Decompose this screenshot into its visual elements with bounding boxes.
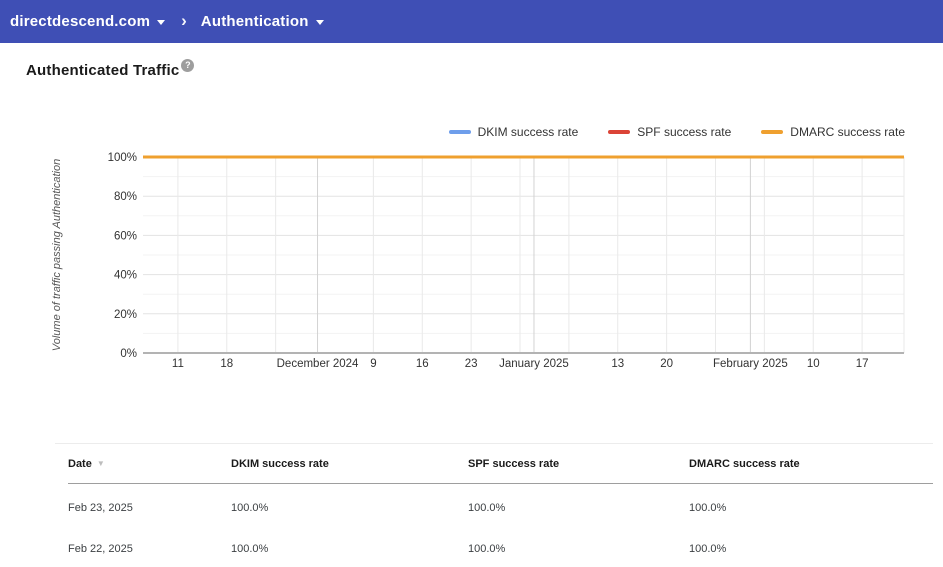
x-tick-label: 11 bbox=[172, 358, 184, 370]
y-tick-label: 80% bbox=[114, 191, 137, 203]
top-navigation-bar: directdescend.com › Authentication bbox=[0, 0, 943, 43]
table-row: Feb 22, 2025 100.0% 100.0% 100.0% bbox=[68, 528, 933, 567]
x-tick-label: February 2025 bbox=[713, 358, 788, 370]
authentication-data-table: Date ▼ DKIM success rate SPF success rate DM… bbox=[55, 443, 933, 567]
x-tick-label: December 2024 bbox=[277, 358, 359, 370]
chevron-down-icon bbox=[315, 20, 324, 25]
column-header-label: Date bbox=[68, 457, 92, 470]
x-tick-label: 20 bbox=[660, 358, 673, 370]
postmaster-authentication-page: directdescend.com › Authentication Authe… bbox=[0, 0, 943, 567]
x-tick-label: 18 bbox=[220, 358, 233, 370]
breadcrumb-separator-icon: › bbox=[181, 10, 187, 30]
column-header-dkim-success-rate[interactable]: DKIM success rate bbox=[231, 458, 468, 470]
y-tick-label: 60% bbox=[114, 230, 137, 242]
x-tick-label: 9 bbox=[370, 358, 376, 370]
page-title: Authenticated Traffic bbox=[26, 62, 180, 79]
table-header-row: Date ▼ DKIM success rate SPF success rate DM… bbox=[68, 444, 933, 484]
column-header-dmarc-success-rate[interactable]: DMARC success rate bbox=[689, 458, 933, 470]
section-dropdown[interactable]: Authentication bbox=[201, 13, 324, 30]
table-cell: 100.0% bbox=[231, 542, 269, 555]
x-tick-label: 17 bbox=[856, 358, 869, 370]
column-header-date[interactable]: Date ▼ bbox=[68, 458, 231, 470]
column-header-label: SPF success rate bbox=[468, 457, 560, 470]
table-cell: Feb 23, 2025 bbox=[68, 501, 133, 514]
column-header-spf-success-rate[interactable]: SPF success rate bbox=[468, 458, 689, 470]
y-tick-label: 40% bbox=[114, 270, 137, 282]
x-tick-label: 10 bbox=[807, 358, 820, 370]
table-cell: 100.0% bbox=[468, 501, 506, 514]
y-tick-label: 100% bbox=[108, 152, 137, 164]
x-tick-label: 23 bbox=[465, 358, 478, 370]
authenticated-traffic-chart: 0% 20% 40% 60% 80% 100% 11 18 December 2024 9 16 23… bbox=[51, 152, 905, 370]
table-cell: 100.0% bbox=[468, 542, 506, 555]
help-icon[interactable]: ? bbox=[181, 59, 195, 72]
page-title-row: Authenticated Traffic ? bbox=[26, 59, 195, 79]
domain-dropdown[interactable]: directdescend.com bbox=[10, 13, 166, 30]
y-tick-label: 0% bbox=[120, 348, 137, 360]
y-axis-title: Volume of traffic passing Authentication bbox=[51, 159, 63, 351]
x-tick-label: 16 bbox=[416, 358, 429, 370]
domain-dropdown-label: directdescend.com bbox=[10, 13, 151, 30]
table-row: Feb 23, 2025 100.0% 100.0% 100.0% bbox=[68, 487, 933, 528]
y-tick-label: 20% bbox=[114, 309, 137, 321]
table-body: Feb 23, 2025 100.0% 100.0% 100.0% Feb 22, 20… bbox=[68, 487, 933, 567]
column-header-label: DMARC success rate bbox=[689, 457, 800, 470]
chevron-down-icon bbox=[157, 20, 166, 25]
sort-descending-icon: ▼ bbox=[96, 458, 105, 468]
table-cell: Feb 22, 2025 bbox=[68, 542, 133, 555]
x-tick-label: January 2025 bbox=[499, 358, 569, 370]
column-header-label: DKIM success rate bbox=[231, 457, 329, 470]
table-cell: 100.0% bbox=[689, 501, 727, 514]
table-cell: 100.0% bbox=[689, 542, 727, 555]
table-cell: 100.0% bbox=[231, 501, 269, 514]
section-dropdown-label: Authentication bbox=[200, 13, 309, 30]
x-tick-label: 13 bbox=[611, 358, 624, 370]
